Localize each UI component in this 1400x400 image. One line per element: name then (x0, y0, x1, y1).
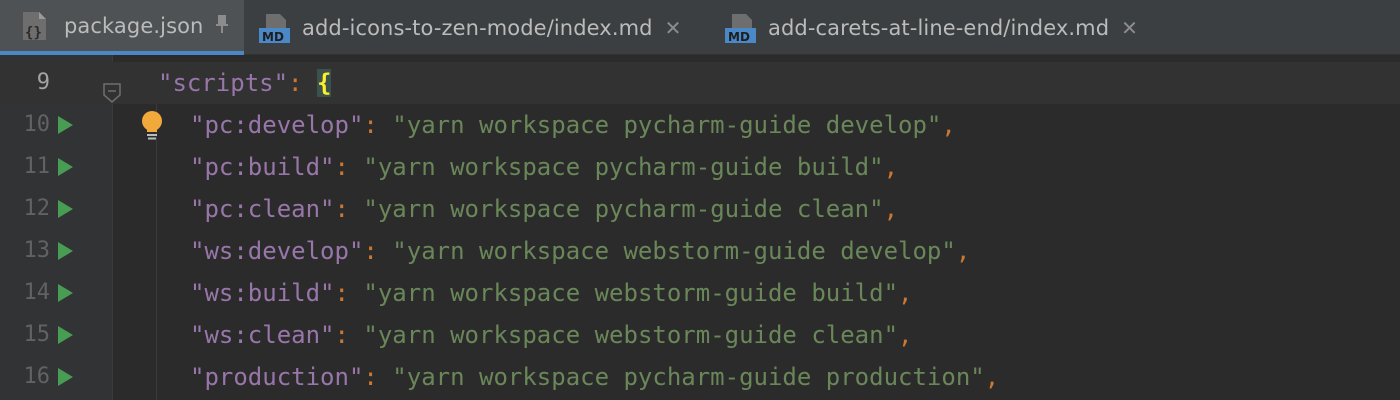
pin-icon[interactable] (215, 14, 229, 37)
json-comma: , (941, 111, 956, 139)
svg-text:MD: MD (728, 30, 750, 44)
code-text: "ws:clean": "yarn workspace webstorm-gui… (190, 314, 912, 356)
markdown-file-icon: MD (258, 12, 292, 44)
run-script-icon[interactable] (58, 242, 73, 260)
tab-add-icons-to-zen-mode[interactable]: MD add-icons-to-zen-mode/index.md ✕ (258, 0, 710, 55)
code-line[interactable]: 16 "production": "yarn workspace pycharm… (0, 356, 1400, 398)
json-colon: : (334, 279, 349, 307)
tab-package-json[interactable]: {} package.json (0, 0, 244, 55)
run-script-icon[interactable] (58, 368, 73, 386)
json-key: "pc:clean" (190, 195, 335, 223)
matched-brace: { (316, 69, 332, 97)
json-comma: , (883, 153, 899, 181)
json-comma: , (898, 321, 913, 349)
tab-add-carets-at-line-end[interactable]: MD add-carets-at-line-end/index.md ✕ (724, 0, 1164, 55)
code-line[interactable]: 13 "ws:develop": "yarn workspace webstor… (0, 230, 1400, 272)
json-comma: , (883, 195, 899, 223)
code-text: "pc:clean": "yarn workspace pycharm-guid… (190, 188, 898, 230)
line-number: 16 (23, 364, 51, 389)
json-colon: : (363, 237, 378, 265)
tab-label: package.json (64, 13, 204, 38)
json-colon: : (288, 69, 303, 97)
code-text: "ws:develop": "yarn workspace webstorm-g… (190, 230, 970, 272)
line-number: 12 (23, 196, 51, 221)
line-number: 14 (23, 280, 51, 305)
code-editor[interactable]: 9 "scripts": { 10 "pc:develop": "yarn wo… (0, 55, 1400, 400)
line-number: 11 (23, 154, 51, 179)
run-script-icon[interactable] (58, 326, 73, 344)
json-string: "yarn workspace webstorm-guide build" (363, 279, 899, 307)
tab-label: add-carets-at-line-end/index.md (768, 15, 1110, 40)
json-key: "ws:develop" (190, 237, 364, 265)
run-script-icon[interactable] (58, 116, 73, 134)
close-icon[interactable]: ✕ (665, 18, 682, 38)
json-key: "ws:clean" (190, 321, 335, 349)
json-colon: : (363, 363, 378, 391)
json-key: "ws:build" (190, 279, 335, 307)
line-number: 10 (23, 112, 51, 137)
line-number: 15 (23, 322, 51, 347)
svg-text:MD: MD (262, 30, 284, 44)
json-string: "yarn workspace pycharm-guide clean" (363, 195, 884, 223)
code-line[interactable]: 10 "pc:develop": "yarn workspace pycharm… (0, 104, 1400, 146)
run-script-icon[interactable] (58, 158, 73, 176)
close-icon[interactable]: ✕ (1121, 18, 1138, 38)
json-colon: : (334, 153, 349, 181)
json-string: "yarn workspace webstorm-guide develop" (392, 237, 956, 265)
markdown-file-icon: MD (724, 12, 758, 44)
code-line[interactable]: 12 "pc:clean": "yarn workspace pycharm-g… (0, 188, 1400, 230)
run-script-icon[interactable] (58, 284, 73, 302)
run-script-icon[interactable] (58, 200, 73, 218)
code-line[interactable]: 15 "ws:clean": "yarn workspace webstorm-… (0, 314, 1400, 356)
json-key: "pc:develop" (190, 111, 364, 139)
editor-tab-bar: {} package.json MD add-icons-to-zen-mode… (0, 0, 1400, 55)
json-string: "yarn workspace webstorm-guide clean" (363, 321, 899, 349)
json-string: "yarn workspace pycharm-guide production… (392, 363, 985, 391)
json-colon: : (334, 195, 349, 223)
code-text: "pc:build": "yarn workspace pycharm-guid… (190, 146, 898, 188)
json-colon: : (363, 111, 378, 139)
code-line[interactable]: 9 "scripts": { (0, 62, 1400, 104)
code-line[interactable]: 14 "ws:build": "yarn workspace webstorm-… (0, 272, 1400, 314)
code-line[interactable]: 11 "pc:build": "yarn workspace pycharm-g… (0, 146, 1400, 188)
json-file-icon: {} (20, 10, 54, 42)
json-string: "yarn workspace pycharm-guide develop" (392, 111, 942, 139)
code-text: "scripts": { (158, 62, 332, 104)
code-text: "production": "yarn workspace pycharm-gu… (190, 356, 999, 398)
json-comma: , (898, 279, 913, 307)
json-key: "scripts" (158, 69, 289, 97)
line-number: 13 (23, 238, 51, 263)
json-key: "pc:build" (190, 153, 335, 181)
json-colon: : (334, 321, 349, 349)
json-comma: , (955, 237, 971, 265)
svg-text:{}: {} (25, 25, 42, 41)
json-comma: , (984, 363, 1000, 391)
code-text: "pc:develop": "yarn workspace pycharm-gu… (190, 104, 956, 146)
tab-label: add-icons-to-zen-mode/index.md (302, 15, 653, 40)
json-key: "production" (190, 363, 364, 391)
code-text: "ws:build": "yarn workspace webstorm-gui… (190, 272, 912, 314)
line-number: 9 (0, 62, 50, 104)
json-string: "yarn workspace pycharm-guide build" (363, 153, 884, 181)
